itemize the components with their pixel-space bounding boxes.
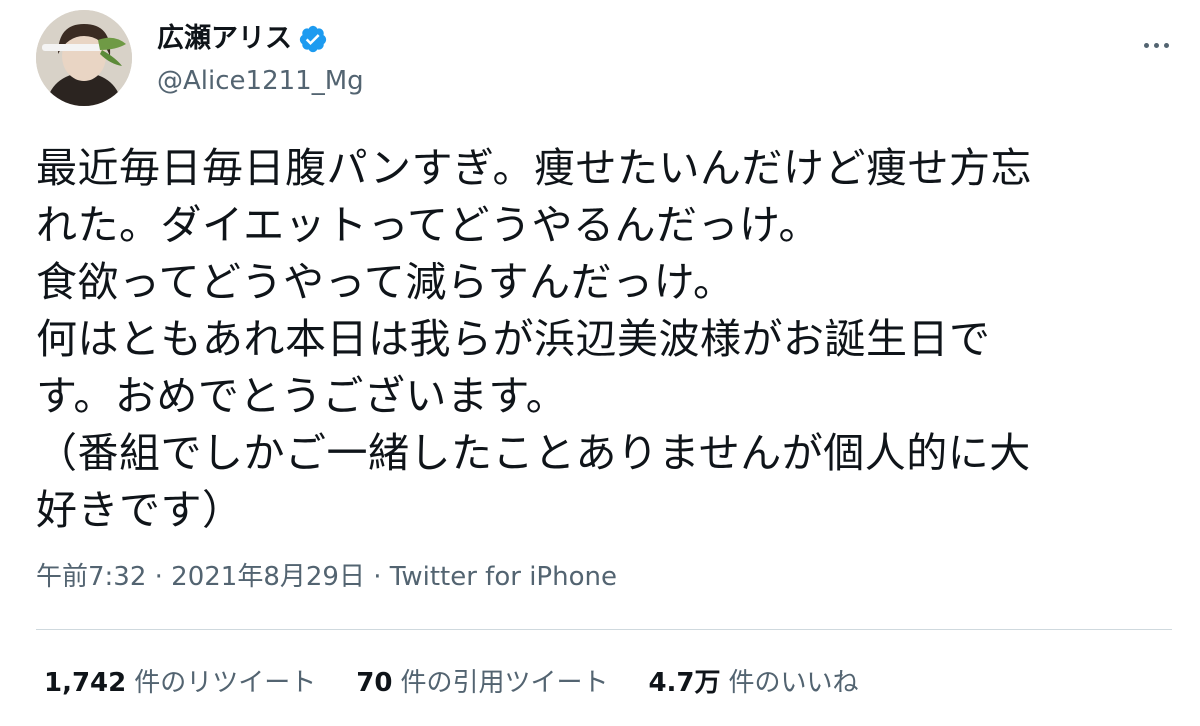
display-name[interactable]: 広瀬アリス bbox=[157, 22, 292, 56]
engagement-stats: 1,742 件のリツイート 70 件の引用ツイート 4.7万 件のいいね bbox=[44, 666, 899, 700]
tweet-timestamp[interactable]: 午前7:32 · 2021年8月29日 · Twitter for iPhone bbox=[36, 560, 617, 594]
quotes-label: 件の引用ツイート bbox=[400, 668, 609, 698]
likes-label: 件のいいね bbox=[728, 668, 859, 698]
user-handle[interactable]: @Alice1211_Mg bbox=[157, 64, 364, 98]
divider bbox=[36, 629, 1172, 630]
retweets-count: 1,742 bbox=[44, 668, 127, 698]
likes-count: 4.7万 bbox=[648, 668, 721, 698]
name-row: 広瀬アリス bbox=[157, 22, 328, 56]
avatar[interactable] bbox=[36, 10, 132, 106]
more-options-icon[interactable] bbox=[1136, 30, 1176, 60]
quotes-stat[interactable]: 70 件の引用ツイート bbox=[356, 666, 608, 700]
tweet-text: 最近毎日毎日腹パンすぎ。痩せたいんだけど痩せ方忘 れた。ダイエットってどうやるん… bbox=[36, 144, 1032, 534]
retweets-label: 件のリツイート bbox=[134, 668, 317, 698]
tweet-header: 広瀬アリス @Alice1211_Mg bbox=[36, 10, 1176, 110]
verified-badge-icon bbox=[298, 24, 328, 54]
retweets-stat[interactable]: 1,742 件のリツイート bbox=[44, 666, 316, 700]
quotes-count: 70 bbox=[356, 668, 393, 698]
avatar-image bbox=[36, 10, 132, 106]
likes-stat[interactable]: 4.7万 件のいいね bbox=[648, 666, 858, 700]
